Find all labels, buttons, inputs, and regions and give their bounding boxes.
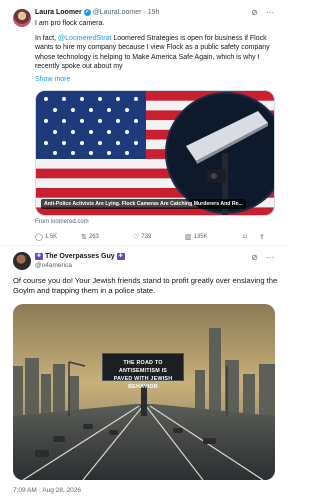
mention-link[interactable]: @LoomeredStrat	[58, 35, 111, 42]
tweet-actions-top: ⊘ ···	[251, 253, 274, 262]
divider	[0, 245, 288, 246]
author-handle[interactable]: @o4america	[35, 262, 72, 269]
image-caption: Anti-Police Activists Are Lying. Flock C…	[41, 199, 246, 209]
tweet-header: ✚ The Overpasses Guy ✚	[35, 253, 125, 260]
repost-button[interactable]: ⇅ 263	[81, 233, 133, 241]
author-name[interactable]: The Overpasses Guy	[45, 253, 115, 260]
show-more-link[interactable]: Show more	[35, 76, 70, 83]
link-source[interactable]: From loomered.com	[35, 219, 89, 225]
tweet-actions-top: ⊘ ···	[251, 8, 274, 17]
highway-billboard-image	[13, 304, 275, 480]
reply-icon: ◯	[35, 234, 43, 241]
like-button[interactable]: ♡ 739	[133, 233, 185, 241]
billboard-line-1: THE ROAD TO ANTISEMITISM IS	[118, 360, 168, 374]
tweet-body: In fact, @LoomeredStrat Loomered Strateg…	[35, 34, 275, 72]
link-card-image[interactable]: Anti-Police Activists Are Lying. Flock C…	[35, 90, 275, 216]
post-time[interactable]: 19h	[148, 9, 160, 16]
separator: ·	[143, 9, 146, 16]
like-count: 739	[141, 234, 152, 240]
share-icon: ⇪	[259, 234, 265, 241]
tweet-text: Of course you do! Your Jewish friends st…	[13, 276, 278, 295]
tweet-header: Laura Loomer ✓ @LauraLoomer · 19h	[35, 9, 159, 16]
engagement-bar: ◯ 1.5K ⇅ 263 ♡ 739 ▥ 135K ⌑ ⇪	[35, 233, 280, 241]
author-handle[interactable]: @LauraLoomer	[93, 9, 142, 16]
author-name[interactable]: Laura Loomer	[35, 9, 82, 16]
reply-count: 1.5K	[44, 234, 58, 240]
repost-icon: ⇅	[81, 234, 87, 241]
tweet-laura-loomer[interactable]: Laura Loomer ✓ @LauraLoomer · 19h ⊘ ··· …	[0, 0, 288, 241]
views-icon: ▥	[185, 234, 192, 241]
share-button[interactable]: ⇪	[259, 233, 271, 241]
repost-count: 263	[88, 234, 99, 240]
avatar[interactable]	[13, 252, 31, 270]
avatar[interactable]	[13, 9, 31, 27]
views-count: 135K	[193, 234, 208, 240]
verified-badge-icon: ✓	[83, 9, 91, 16]
tweet-text: I am pro flock camera. In fact, @Loomere…	[35, 19, 275, 72]
reply-button[interactable]: ◯ 1.5K	[35, 233, 81, 241]
more-icon[interactable]: ···	[266, 253, 274, 262]
bookmark-button[interactable]: ⌑	[243, 233, 259, 241]
grok-icon[interactable]: ⊘	[251, 253, 258, 262]
flag-emoji-icon: ✚	[35, 253, 43, 260]
post-timestamp[interactable]: 7:09 AM · Aug 28, 2026	[13, 487, 81, 494]
more-icon[interactable]: ···	[266, 8, 274, 17]
grok-icon[interactable]: ⊘	[251, 8, 258, 17]
like-icon: ♡	[133, 234, 140, 241]
tweet-first-line: I am pro flock camera.	[35, 20, 105, 27]
billboard-sign: THE ROAD TO ANTISEMITISM IS PAVED WITH J…	[102, 353, 184, 390]
flag-camera-image	[36, 91, 274, 215]
bookmark-icon: ⌑	[243, 234, 247, 241]
body-pre: In fact,	[35, 34, 58, 42]
tweet-image[interactable]: THE ROAD TO ANTISEMITISM IS PAVED WITH J…	[13, 304, 275, 480]
views-button[interactable]: ▥ 135K	[185, 233, 243, 241]
billboard-line-2: PAVED WITH JEWISH BEHAVIOR	[113, 376, 173, 390]
flag-emoji-icon: ✚	[116, 253, 125, 260]
